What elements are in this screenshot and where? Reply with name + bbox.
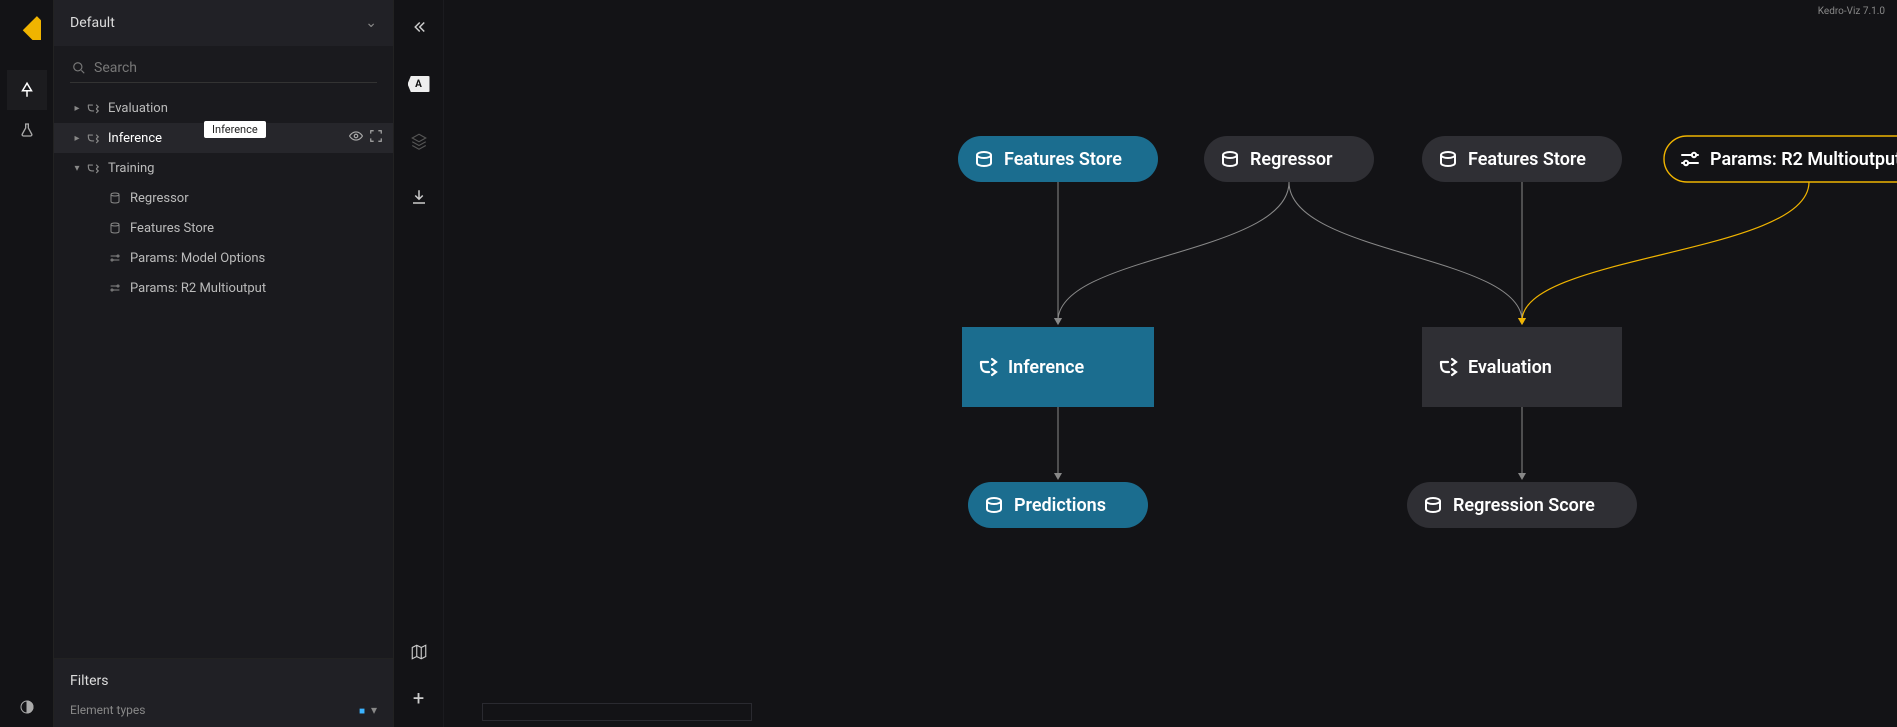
- arrowhead-icon: [1518, 318, 1526, 325]
- data-icon: [106, 222, 124, 234]
- node-label: Features Store: [1468, 149, 1586, 170]
- rail-experiments-icon[interactable]: [7, 110, 47, 150]
- tree-item-training[interactable]: ▾ Training: [54, 153, 393, 183]
- node-features2[interactable]: Features Store: [1422, 136, 1622, 182]
- search-input-wrap[interactable]: [70, 54, 377, 83]
- layers-toggle-icon[interactable]: [402, 124, 436, 158]
- pipeline-icon: [84, 131, 102, 145]
- params-icon: [106, 252, 124, 264]
- node-evaluation[interactable]: Evaluation: [1422, 327, 1622, 407]
- chevron-down-icon: ⌄: [365, 15, 377, 31]
- node-label: Predictions: [1014, 495, 1106, 516]
- pipeline-icon: [84, 161, 102, 175]
- tree-item-label: Regressor: [130, 191, 393, 206]
- filters-row-label: Element types: [70, 703, 145, 717]
- tree-item-params-r2-multioutput[interactable]: Params: R2 Multioutput: [54, 273, 393, 303]
- tooltip: Inference: [204, 121, 266, 138]
- zoom-in-icon[interactable]: +: [402, 681, 436, 715]
- node-score[interactable]: Regression Score: [1407, 482, 1637, 528]
- chevron-icon: ▸: [70, 103, 84, 114]
- rail-tree-icon[interactable]: [7, 70, 47, 110]
- node-features1[interactable]: Features Store: [958, 136, 1158, 182]
- edge: [1289, 182, 1522, 321]
- pipeline-selector[interactable]: Default ⌄: [54, 0, 393, 46]
- node-label: Regressor: [1250, 149, 1333, 170]
- chevron-down-icon: ▾: [371, 703, 377, 717]
- tree-item-label: Features Store: [130, 221, 393, 236]
- node-label: Inference: [1008, 357, 1085, 378]
- node-regressor[interactable]: Regressor: [1204, 136, 1374, 182]
- search-input[interactable]: [94, 60, 375, 76]
- graph-canvas[interactable]: Kedro-Viz 7.1.0 Features StoreRegressorF…: [444, 0, 1897, 727]
- visibility-icon[interactable]: [349, 129, 363, 147]
- pipeline-icon: [84, 101, 102, 115]
- params-icon: [106, 282, 124, 294]
- edge: [1522, 182, 1809, 321]
- node-params_r2[interactable]: Params: R2 Multioutput: [1664, 136, 1897, 182]
- focus-icon[interactable]: [369, 129, 383, 147]
- global-rail: [0, 0, 54, 727]
- node-label: Regression Score: [1453, 495, 1595, 516]
- node-inference[interactable]: Inference: [962, 327, 1154, 407]
- tree-item-regressor[interactable]: Regressor: [54, 183, 393, 213]
- tree-item-evaluation[interactable]: ▸ Evaluation: [54, 93, 393, 123]
- minimap-toggle-icon[interactable]: [402, 635, 436, 669]
- arrowhead-icon: [1054, 318, 1062, 325]
- params-icon: [1682, 153, 1698, 165]
- sidebar: Default ⌄ ▸Evaluation▸InferenceInference…: [54, 0, 394, 727]
- filter-indicator-icon: ■: [359, 706, 365, 717]
- rail-theme-icon[interactable]: [7, 687, 47, 727]
- edge: [1058, 182, 1289, 321]
- filters-panel: Filters Element types ■ ▾: [54, 658, 393, 727]
- node-label: Params: R2 Multioutput: [1710, 149, 1897, 170]
- collapse-sidebar-icon[interactable]: [402, 10, 436, 44]
- chevron-icon: ▸: [70, 133, 84, 144]
- chevron-icon: ▾: [70, 163, 84, 174]
- labels-toggle-icon[interactable]: A: [408, 76, 430, 92]
- search-icon: [72, 61, 86, 75]
- tree-item-label: Evaluation: [108, 101, 393, 116]
- node-predictions[interactable]: Predictions: [968, 482, 1148, 528]
- minimap[interactable]: [482, 703, 752, 721]
- tree-item-params-model-options[interactable]: Params: Model Options: [54, 243, 393, 273]
- node-tree: ▸Evaluation▸InferenceInference▾TrainingR…: [54, 87, 393, 303]
- tree-item-label: Params: R2 Multioutput: [130, 281, 393, 296]
- filters-row-element-types[interactable]: Element types ■ ▾: [70, 703, 377, 717]
- node-label: Evaluation: [1468, 357, 1552, 378]
- arrowhead-icon: [1054, 473, 1062, 480]
- data-icon: [106, 192, 124, 204]
- tree-item-features-store[interactable]: Features Store: [54, 213, 393, 243]
- filters-title: Filters: [70, 673, 377, 689]
- node-label: Features Store: [1004, 149, 1122, 170]
- arrowhead-icon: [1518, 473, 1526, 480]
- pipeline-selector-label: Default: [70, 15, 115, 31]
- tree-item-label: Training: [108, 161, 393, 176]
- kedro-logo-icon: [13, 12, 41, 40]
- tree-item-label: Params: Model Options: [130, 251, 393, 266]
- canvas-toolbar: A +: [394, 0, 444, 727]
- export-icon[interactable]: [402, 180, 436, 214]
- tree-item-inference[interactable]: ▸InferenceInference: [54, 123, 393, 153]
